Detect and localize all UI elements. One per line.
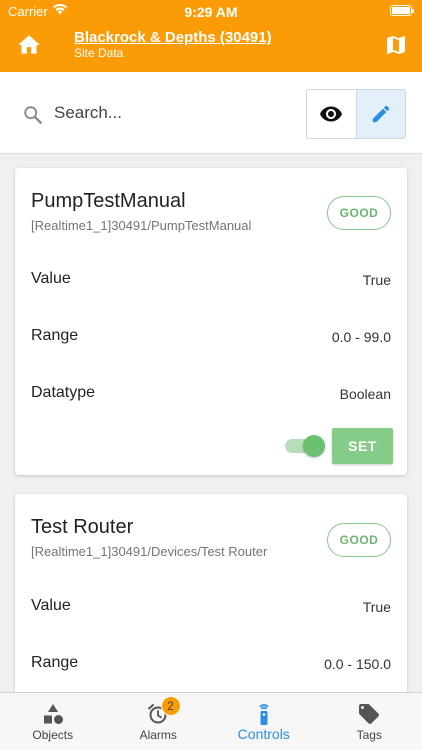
pencil-icon <box>372 105 390 123</box>
status-bar: Carrier 9:29 AM <box>0 0 422 22</box>
range-label: Range <box>31 654 79 671</box>
tab-label: Tags <box>356 728 382 742</box>
card-title: Test Router <box>31 516 134 538</box>
tab-alarms[interactable]: 2 Alarms <box>106 693 212 750</box>
edit-mode-button[interactable] <box>355 90 405 138</box>
tab-label: Controls <box>237 726 290 742</box>
card-title: PumpTestManual <box>31 190 186 212</box>
control-card: Test Router [Realtime1_1]30491/Devices/T… <box>15 494 407 724</box>
battery-icon <box>390 5 414 16</box>
view-mode-button[interactable] <box>307 90 356 138</box>
search-input[interactable] <box>54 94 294 132</box>
bottom-tab-bar: Objects 2 Alarms Controls Tags <box>0 692 422 750</box>
search-icon <box>24 106 42 124</box>
tab-label: Alarms <box>139 728 177 742</box>
remote-icon <box>259 704 269 725</box>
tab-controls[interactable]: Controls <box>211 693 317 750</box>
home-icon[interactable] <box>16 32 42 58</box>
card-path: [Realtime1_1]30491/PumpTestManual <box>31 218 252 233</box>
app-header: Carrier 9:29 AM Blackrock & Depths (3049… <box>0 0 422 72</box>
eye-icon <box>320 106 343 122</box>
tab-label: Objects <box>32 728 74 742</box>
card-path: [Realtime1_1]30491/Devices/Test Router <box>31 544 268 559</box>
value-value: True <box>362 272 391 288</box>
tab-objects[interactable]: Objects <box>0 693 106 750</box>
switch-knob <box>303 435 325 457</box>
site-title[interactable]: Blackrock & Depths (30491) <box>74 29 272 46</box>
range-value: 0.0 - 99.0 <box>331 329 391 345</box>
set-button[interactable]: SET <box>332 428 393 464</box>
status-badge: GOOD <box>327 196 391 230</box>
tag-icon <box>359 704 380 724</box>
value-switch[interactable] <box>285 435 325 457</box>
search-bar <box>0 72 422 154</box>
range-value: 0.0 - 150.0 <box>324 656 391 672</box>
clock: 9:29 AM <box>184 4 238 20</box>
range-label: Range <box>31 327 79 344</box>
value-value: True <box>362 599 391 615</box>
value-label: Value <box>31 597 71 614</box>
value-label: Value <box>31 270 71 287</box>
view-mode-toggle <box>306 89 406 139</box>
site-subtitle: Site Data <box>74 46 124 60</box>
status-badge: GOOD <box>327 523 391 557</box>
alarm-count-badge: 2 <box>160 696 181 716</box>
shapes-icon <box>43 704 63 724</box>
datatype-value: Boolean <box>339 386 391 402</box>
map-icon[interactable] <box>384 33 408 57</box>
tab-tags[interactable]: Tags <box>317 693 422 750</box>
control-card: PumpTestManual [Realtime1_1]30491/PumpTe… <box>15 168 407 475</box>
datatype-label: Datatype <box>31 384 96 401</box>
